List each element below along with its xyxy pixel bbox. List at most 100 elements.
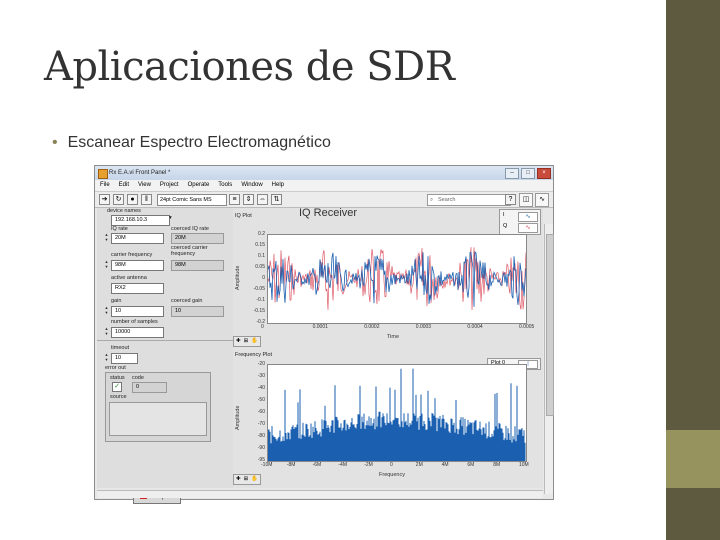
menu-item-edit[interactable]: Edit [119,180,129,191]
iq-graph-title: IQ Receiver [299,207,358,219]
zoom-icon[interactable]: ⊞ [244,337,249,346]
pause-icon[interactable]: ‖ [141,194,152,205]
iq-x-axis-label: Time [387,334,400,340]
source-indicator [109,402,207,436]
distribute-icon[interactable]: ⇕ [243,194,254,205]
menu-item-project[interactable]: Project [160,180,179,191]
menu-item-tools[interactable]: Tools [218,180,232,191]
pan-icon[interactable]: ✋ [251,475,258,484]
cursor-move-icon[interactable]: ✚ [236,337,241,346]
freq-y-tick-label: -90 [257,445,265,451]
device-names-combo[interactable]: 192.168.10.3 [111,215,170,226]
minimize-button[interactable]: – [505,168,519,179]
iq-y-tick-label: 0.15 [255,242,265,248]
reorder-icon[interactable]: ⇅ [271,194,282,205]
coerced-gain-indicator: 10 [171,306,224,317]
gain-spinner-icon[interactable]: ▲ ▼ [104,305,109,315]
gain-input[interactable]: 10 [111,306,164,317]
freq-x-tick-label: 4M [441,462,449,468]
freq-x-tick-label: 10M [519,462,529,468]
iq-y-tick-label: -0.05 [253,286,265,292]
run-arrow-icon[interactable]: ➔ [99,194,110,205]
iq-y-tick-label: -0.15 [253,308,265,314]
freq-plot-area [267,364,527,462]
freq-x-tick-label: -4M [338,462,348,468]
menu-bar: File Edit View Project Operate Tools Window Hel… [95,180,553,192]
carrier-spinner-icon[interactable]: ▲ ▼ [104,259,109,269]
error-out-cluster: status code ✓ 0 source [105,372,211,442]
legend-q-swatch-icon: ∿ [518,223,538,233]
iq-rate-spinner-icon[interactable]: ▲ ▼ [104,232,109,242]
menu-item-window[interactable]: Window [241,180,262,191]
pan-icon[interactable]: ✋ [251,337,258,346]
font-select[interactable]: 24pt Comic Sans MS [157,194,227,206]
pane-divider [97,340,233,341]
freq-x-tick-label: 0 [390,462,393,468]
menu-item-file[interactable]: File [100,180,110,191]
freq-y-tick-label: -30 [257,373,265,379]
freq-spectrum [267,368,526,461]
bullet-text: Escanear Espectro Electromagnético [67,134,331,151]
slide-title: Aplicaciones de SDR [44,44,455,90]
iq-x-tick-label: 0 [261,324,264,330]
controls-pane: device names 192.168.10.3 ▾ IQ rate ▲ ▼ 2… [97,208,233,504]
samples-input[interactable]: 10000 [111,327,164,338]
maximize-button[interactable]: □ [521,168,535,179]
freq-graph-pane: Frequency Plot Plot 0 | Amplitude -20 -30… [233,350,543,488]
freq-y-tick-label: -80 [257,433,265,439]
freq-x-tick-label: -8M [286,462,296,468]
active-antenna-label: active antenna [111,275,147,281]
iq-legend[interactable]: I ∿ Q ∿ [499,209,541,235]
device-names-label: device names [107,208,141,214]
freq-x-tick-label: -6M [312,462,322,468]
coerced-iq-rate-label: coerced IQ rate [171,226,209,232]
freq-x-tick-label: 6M [467,462,475,468]
coerced-gain-label: coerced gain [171,298,203,304]
iq-x-tick-label: 0.0004 [467,324,483,330]
close-button[interactable]: × [537,168,551,179]
freq-y-axis-label: Amplitude [235,405,241,430]
scroll-thumb[interactable] [546,234,554,416]
iq-waveform [267,247,527,311]
freq-x-tick-label: -10M [261,462,273,468]
iq-plot-area [267,234,527,324]
vi-graph-icon: ∿ [535,193,549,207]
vertical-scrollbar[interactable] [544,224,554,494]
freq-graph-palette[interactable]: ✚ ⊞ ✋ [233,474,262,485]
abort-icon[interactable]: ● [127,194,138,205]
iq-y-tick-label: 0 [262,275,265,281]
freq-y-tick-label: -70 [257,421,265,427]
resize-icon[interactable]: ⇔ [257,194,268,205]
iq-y-tick-label: -0.1 [256,297,265,303]
carrier-frequency-input[interactable]: 98M [111,260,164,271]
coerced-carrier-indicator: 98M [171,260,224,271]
menu-item-help[interactable]: Help [272,180,284,191]
menu-item-operate[interactable]: Operate [188,180,210,191]
align-icon[interactable]: ≡ [229,194,240,205]
cursor-move-icon[interactable]: ✚ [236,475,241,484]
gain-label: gain [111,298,122,304]
help-icon[interactable]: ? [505,194,516,205]
iq-y-tick-label: 0.2 [258,231,265,237]
dropdown-arrow-icon[interactable]: ▾ [169,215,172,221]
menu-item-view[interactable]: View [138,180,151,191]
run-continuous-icon[interactable]: ↻ [113,194,124,205]
status-label: status [110,375,125,381]
freq-y-tick-label: -60 [257,409,265,415]
search-input[interactable]: ⌕ Search [427,194,511,206]
iq-rate-input[interactable]: 20M [111,233,164,244]
zoom-icon[interactable]: ⊞ [244,475,249,484]
horizontal-scrollbar[interactable] [97,490,543,498]
code-indicator: 0 [132,382,167,393]
status-check-icon: ✓ [112,382,122,392]
window-title: Rx E.A.vi Front Panel * [109,170,171,176]
timeout-input[interactable]: 10 [111,353,138,364]
iq-graph-palette[interactable]: ✚ ⊞ ✋ [233,336,262,347]
samples-spinner-icon[interactable]: ▲ ▼ [104,326,109,336]
freq-plot-label: Frequency Plot [235,352,272,358]
freq-x-tick-label: 2M [415,462,423,468]
iq-y-axis-label: Amplitude [235,265,241,290]
code-label: code [132,375,144,381]
active-antenna-input[interactable]: RX2 [111,283,164,294]
timeout-spinner-icon[interactable]: ▲ ▼ [104,352,109,362]
